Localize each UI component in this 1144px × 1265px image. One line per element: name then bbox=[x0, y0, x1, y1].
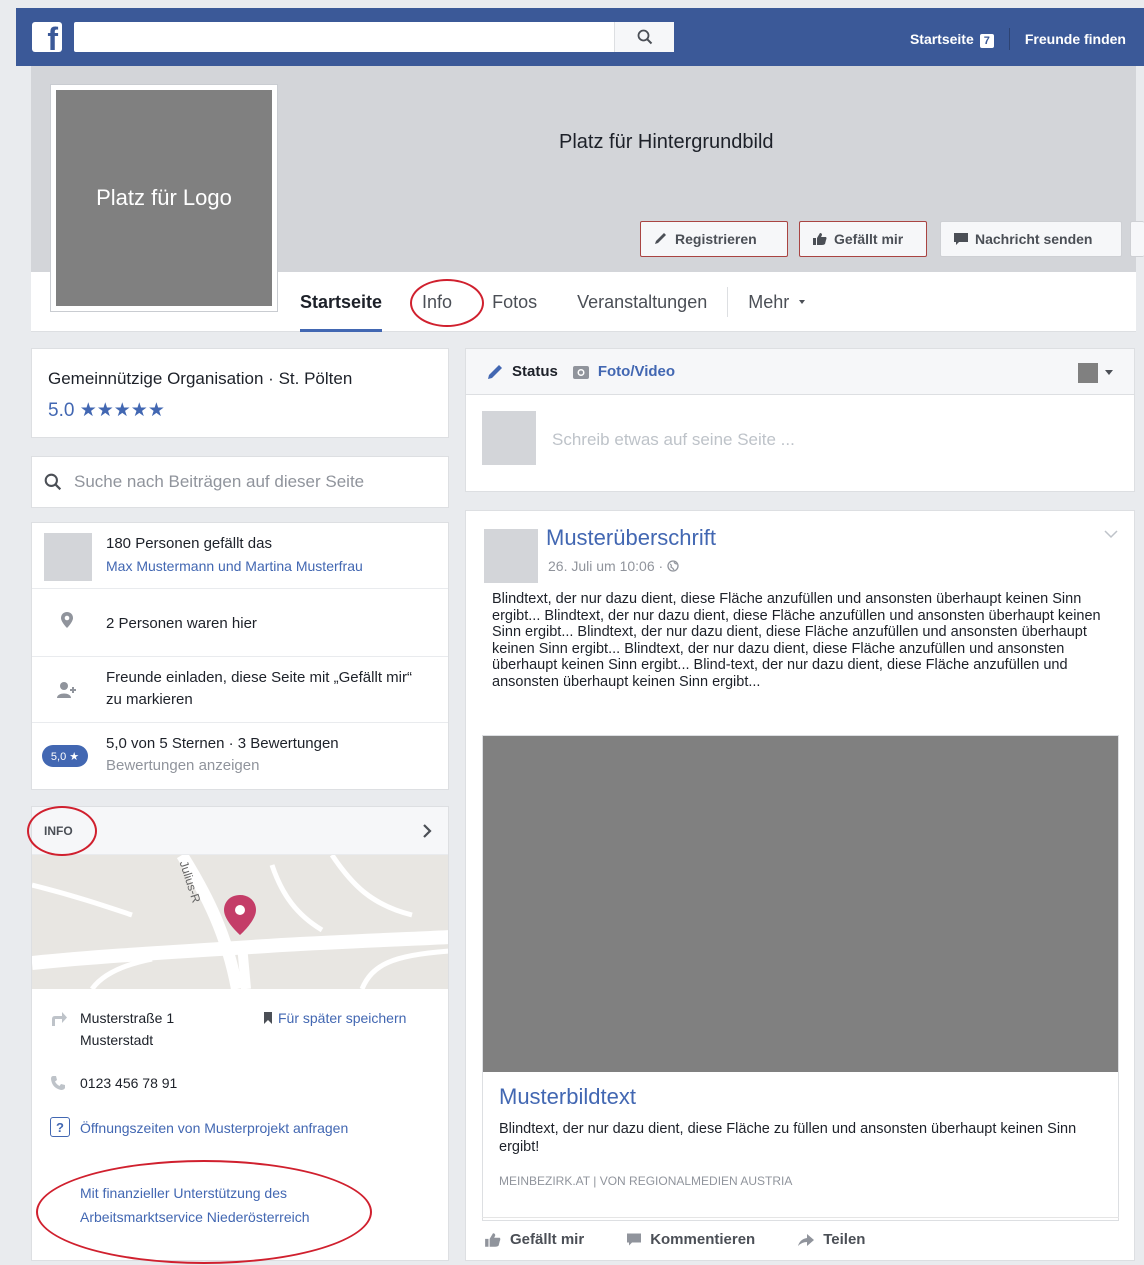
star-rating-icon: ★★★★★ bbox=[79, 400, 165, 421]
show-reviews-link[interactable]: Bewertungen anzeigen bbox=[106, 755, 339, 777]
post-title[interactable]: Musterüberschrift bbox=[546, 525, 716, 551]
link-preview[interactable]: Musterbildtext Blindtext, der nur dazu d… bbox=[482, 735, 1119, 1221]
more-options-button[interactable] bbox=[1130, 221, 1144, 257]
address-text[interactable]: Musterstraße 1 Musterstadt bbox=[80, 1007, 174, 1051]
link-preview-source: MEINBEZIRK.AT | VON REGIONALMEDIEN AUSTR… bbox=[499, 1174, 793, 1188]
top-navigation-bar: f Startseite 7 Freunde finden bbox=[16, 8, 1144, 66]
caret-down-icon bbox=[1105, 370, 1113, 375]
search-icon bbox=[44, 473, 62, 491]
request-hours-link[interactable]: Öffnungszeiten von Musterprojekt anfrage… bbox=[80, 1118, 348, 1138]
share-icon bbox=[798, 1233, 815, 1246]
home-link[interactable]: Startseite 7 bbox=[910, 31, 994, 48]
find-friends-link[interactable]: Freunde finden bbox=[1025, 31, 1126, 47]
post-card: Musterüberschrift 26. Juli um 10:06 · Bl… bbox=[465, 510, 1135, 1261]
invite-text-line1: Freunde einladen, diese Seite mit „Gefäl… bbox=[106, 669, 412, 686]
link-preview-description: Blindtext, der nur dazu dient, diese Flä… bbox=[499, 1121, 1077, 1155]
info-title: INFO bbox=[44, 824, 73, 838]
invite-text-line2: zu markieren bbox=[106, 691, 193, 708]
category-card: Gemeinnützige Organisation · St. Pölten … bbox=[31, 348, 449, 438]
phone-number[interactable]: 0123 456 78 91 bbox=[80, 1073, 177, 1093]
tab-startseite[interactable]: Startseite bbox=[280, 272, 402, 332]
invite-row[interactable]: Freunde einladen, diese Seite mit „Gefäl… bbox=[32, 657, 448, 723]
message-icon bbox=[954, 233, 968, 245]
post-composer: Status Foto/Video Schreib etwas auf sein… bbox=[465, 348, 1135, 492]
link-preview-title: Musterbildtext bbox=[499, 1084, 636, 1109]
thumbs-up-icon bbox=[485, 1232, 501, 1247]
status-tab[interactable]: Status bbox=[486, 363, 558, 381]
register-button[interactable]: Registrieren bbox=[640, 221, 788, 257]
funding-notice[interactable]: Mit finanzieller Unterstützung des Arbei… bbox=[80, 1181, 310, 1229]
audience-selector[interactable] bbox=[1078, 363, 1114, 383]
chevron-right-icon bbox=[423, 824, 432, 838]
post-author-avatar[interactable] bbox=[484, 529, 538, 583]
bookmark-icon bbox=[264, 1012, 272, 1024]
page-tabs: Startseite Info Fotos Veranstaltungen Me… bbox=[280, 272, 827, 332]
phone-icon bbox=[51, 1076, 65, 1090]
comment-icon bbox=[627, 1233, 642, 1246]
logo-placeholder-text: Platz für Logo bbox=[56, 90, 272, 306]
like-post-button[interactable]: Gefällt mir bbox=[484, 1231, 584, 1248]
rating-badge: 5,0 ★ bbox=[42, 745, 88, 767]
camera-icon bbox=[572, 365, 589, 379]
directions-icon bbox=[52, 1012, 67, 1026]
location-map[interactable]: Julius-R bbox=[32, 851, 448, 991]
post-actions: Gefällt mir Kommentieren Teilen bbox=[482, 1217, 1119, 1261]
likes-row: 180 Personen gefällt das Max Mustermann … bbox=[32, 523, 448, 589]
share-button[interactable]: Teilen bbox=[797, 1231, 865, 1248]
facebook-logo[interactable]: f bbox=[32, 22, 62, 52]
caret-down-icon bbox=[799, 300, 806, 304]
send-message-button[interactable]: Nachricht senden bbox=[940, 221, 1122, 257]
page-search-placeholder: Suche nach Beiträgen auf dieser Seite bbox=[74, 472, 365, 491]
post-timestamp[interactable]: 26. Juli um 10:06 · bbox=[548, 558, 679, 574]
cover-placeholder-text: Platz für Hintergrundbild bbox=[559, 131, 774, 153]
globe-icon bbox=[667, 560, 679, 572]
reviews-row: 5,0 ★ 5,0 von 5 Sternen · 3 Bewertungen … bbox=[32, 723, 448, 791]
likes-names-link[interactable]: Max Mustermann und Martina Musterfrau bbox=[106, 555, 363, 577]
info-header[interactable]: INFO bbox=[32, 807, 448, 855]
topbar-divider bbox=[1008, 28, 1010, 50]
link-preview-image bbox=[483, 736, 1118, 1072]
info-card: INFO Julius-R Musterstraße 1 Musterstadt… bbox=[31, 806, 449, 1261]
location-pin-icon bbox=[61, 612, 73, 628]
chevron-down-icon[interactable] bbox=[1104, 529, 1118, 539]
friend-avatar[interactable] bbox=[44, 533, 92, 581]
composer-input[interactable]: Schreib etwas auf seine Seite ... bbox=[552, 430, 795, 450]
photo-video-tab[interactable]: Foto/Video bbox=[572, 363, 675, 380]
checkins-text: 2 Personen waren hier bbox=[106, 615, 257, 632]
page-search-input[interactable]: Suche nach Beiträgen auf dieser Seite bbox=[31, 456, 449, 508]
composer-avatar bbox=[482, 411, 536, 465]
tab-fotos[interactable]: Fotos bbox=[472, 272, 557, 332]
add-friend-icon bbox=[57, 682, 76, 698]
tab-veranstaltungen[interactable]: Veranstaltungen bbox=[557, 272, 727, 332]
profile-logo[interactable]: Platz für Logo bbox=[50, 84, 278, 312]
global-search-input[interactable] bbox=[74, 22, 674, 52]
home-badge: 7 bbox=[979, 33, 994, 48]
checkins-row: 2 Personen waren hier bbox=[32, 589, 448, 657]
pencil-icon bbox=[488, 364, 502, 379]
like-page-button[interactable]: Gefällt mir bbox=[799, 221, 927, 257]
rating-summary: 5,0 von 5 Sternen · 3 Bewertungen bbox=[106, 735, 339, 752]
comment-button[interactable]: Kommentieren bbox=[626, 1231, 755, 1248]
category-line: Gemeinnützige Organisation · St. Pölten bbox=[48, 369, 353, 388]
pencil-icon bbox=[655, 233, 666, 244]
thumbs-up-icon bbox=[813, 233, 827, 245]
rating-display[interactable]: 5.0 ★★★★★ bbox=[48, 399, 432, 422]
composer-header: Status Foto/Video bbox=[466, 349, 1134, 395]
question-icon: ? bbox=[50, 1117, 70, 1137]
tab-info[interactable]: Info bbox=[402, 272, 472, 332]
save-for-later-link[interactable]: Für später speichern bbox=[264, 1007, 406, 1029]
search-button[interactable] bbox=[614, 22, 674, 52]
audience-avatar bbox=[1078, 363, 1098, 383]
likes-count: 180 Personen gefällt das bbox=[106, 535, 272, 552]
search-icon bbox=[637, 29, 652, 45]
post-body: Blindtext, der nur dazu dient, diese Flä… bbox=[492, 591, 1101, 690]
page-stats-card: 180 Personen gefällt das Max Mustermann … bbox=[31, 522, 449, 790]
map-streets bbox=[32, 851, 448, 991]
tab-mehr[interactable]: Mehr bbox=[728, 272, 827, 332]
